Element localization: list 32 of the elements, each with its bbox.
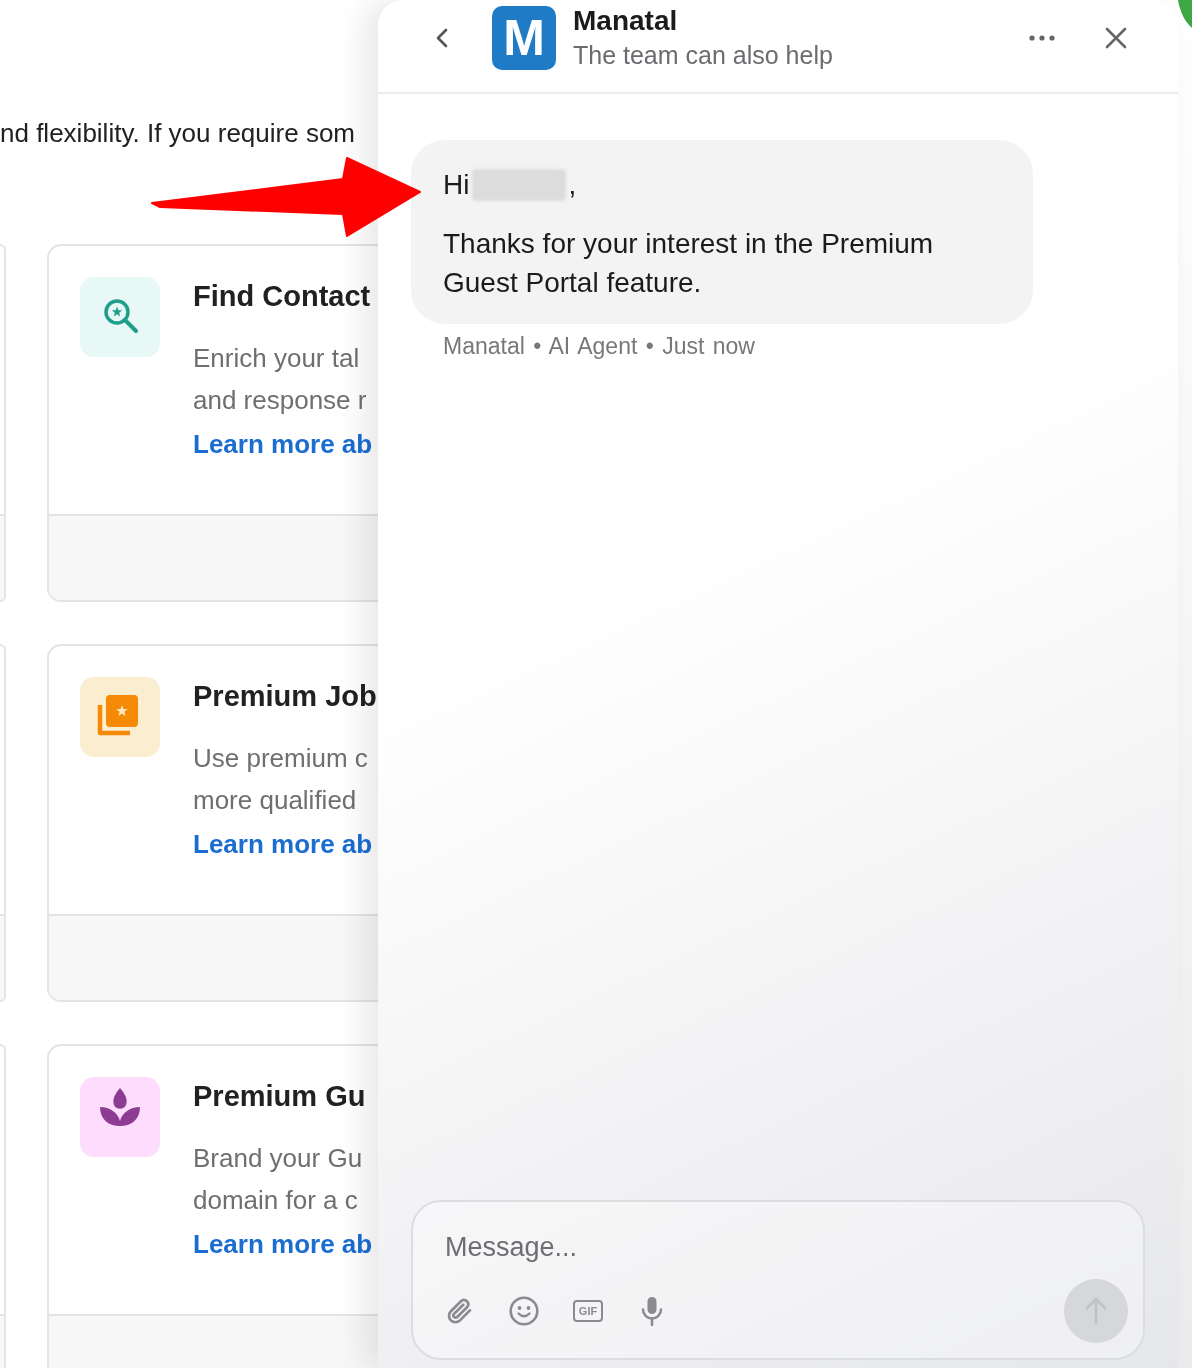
lotus-icon <box>80 1077 160 1157</box>
smiley-icon <box>509 1296 539 1326</box>
stacked-star-squares-icon <box>80 677 160 757</box>
learn-more-link[interactable]: Learn more ab <box>193 823 373 865</box>
circle-edge-icon <box>1178 0 1192 28</box>
learn-more-link[interactable]: Learn more ab <box>193 1223 373 1265</box>
gif-button[interactable]: GIF <box>573 1300 603 1322</box>
close-icon <box>1105 27 1127 49</box>
card-description: Enrich your tal and response r <box>193 342 368 417</box>
microphone-icon <box>641 1296 663 1326</box>
message-field[interactable]: Message... GIF <box>411 1200 1145 1360</box>
more-button[interactable] <box>1029 35 1055 41</box>
card-title: Premium Gu <box>193 1079 367 1114</box>
back-button[interactable] <box>435 28 449 48</box>
card-description: Use premium c more qualified <box>193 742 369 817</box>
emoji-button[interactable] <box>509 1296 539 1326</box>
chat-title: Manatal <box>573 4 679 38</box>
greeting-text: Hi <box>443 168 470 202</box>
message-meta: Manatal • AI Agent • Just now <box>443 332 755 361</box>
learn-more-link[interactable]: Learn more ab <box>193 423 373 465</box>
ellipsis-icon <box>1029 35 1055 41</box>
close-button[interactable] <box>1105 27 1127 49</box>
chat-subtitle: The team can also help <box>573 40 833 71</box>
intro-text: nd flexibility. If you require som <box>0 117 356 150</box>
card-description: Brand your Gu domain for a c <box>193 1142 364 1217</box>
paperclip-icon <box>446 1297 474 1325</box>
card-title: Find Contact <box>193 279 372 314</box>
card-title: Premium Job <box>193 679 377 714</box>
chevron-left-icon <box>435 28 449 48</box>
greeting-punctuation: , <box>568 168 577 202</box>
message-text: Thanks for your interest in the Premium Guest Portal feature. <box>443 227 935 300</box>
app-logo: M <box>492 6 556 70</box>
